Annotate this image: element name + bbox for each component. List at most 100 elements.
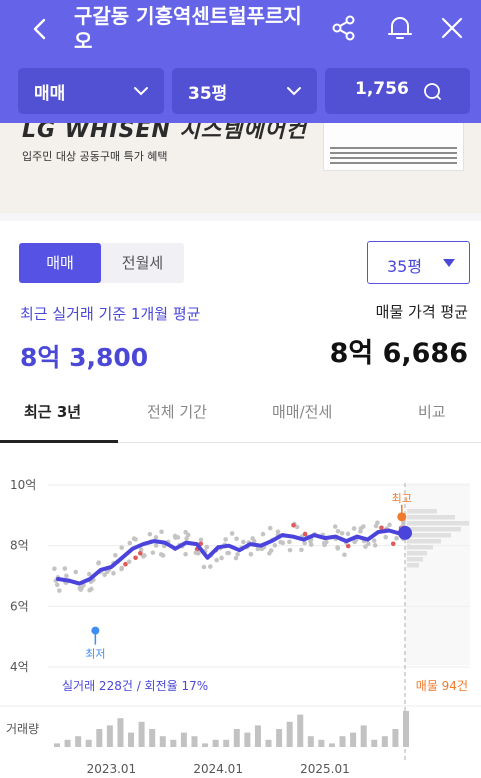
trade-point: [204, 544, 210, 550]
volume-bar: [318, 739, 325, 747]
volume-bar: [75, 736, 82, 747]
volume-bar: [117, 718, 124, 747]
trade-point: [335, 546, 341, 551]
size-filter[interactable]: 35평: [172, 68, 317, 114]
y-tick-label: 4억: [10, 660, 29, 674]
listing-count-filter[interactable]: 1,756: [325, 68, 470, 114]
trade-point: [62, 566, 68, 571]
volume-bar: [360, 725, 367, 747]
trade-point: [361, 524, 366, 529]
recent-average-value: 8억 3,800: [20, 343, 149, 372]
trade-point: [153, 535, 159, 540]
bell-icon[interactable]: [384, 12, 416, 44]
trade-point: [234, 536, 239, 542]
trade-point: [372, 543, 378, 548]
trade-point: [52, 566, 57, 571]
trade-point: [175, 535, 181, 540]
trade-point: [119, 565, 125, 571]
low-price-marker: 최저: [85, 626, 105, 661]
page-title: 구갈동 기흥역센트럴푸르지오: [74, 4, 302, 53]
price-chart[interactable]: 10억 8억 6억 4억 최고 최저 실거래 228건 / 회전율 17% 매물 94…: [0, 443, 481, 778]
trade-point: [358, 529, 363, 534]
volume-bar: [307, 736, 314, 747]
volume-label: 거래량: [6, 722, 39, 736]
trade-point: [138, 551, 143, 556]
trade-point: [159, 529, 164, 535]
volume-bar: [403, 711, 409, 747]
trade-point: [383, 534, 389, 540]
trade-point: [302, 531, 308, 537]
trade-point: [150, 550, 156, 555]
chevron-down-icon: [134, 87, 148, 96]
volume-bar: [392, 729, 399, 747]
trade-point: [133, 537, 138, 542]
toggle-sale[interactable]: 매매: [19, 243, 101, 283]
tab-recent-3y[interactable]: 최근 3년: [24, 401, 81, 422]
volume-bar: [159, 736, 166, 747]
trade-point: [390, 541, 396, 547]
trade-point: [339, 531, 345, 536]
banner-subtitle: 입주민 대상 공동구매 특가 혜택: [22, 150, 168, 163]
tab-all-period[interactable]: 전체 기간: [147, 401, 207, 422]
trade-point: [275, 529, 281, 535]
trade-point: [342, 552, 347, 558]
volume-bar: [254, 725, 261, 747]
trade-point: [126, 559, 132, 565]
trade-point: [207, 564, 213, 569]
trade-point: [133, 555, 138, 561]
toggle-rent[interactable]: 전월세: [101, 243, 184, 283]
trade-point: [287, 547, 293, 553]
ad-banner[interactable]: LG WHISEN 시스템에어컨 입주민 대상 공동구매 특가 혜택: [0, 123, 481, 213]
listings-summary: 매물 94건: [416, 679, 468, 693]
average-price-line: [56, 528, 407, 586]
volume-bar: [328, 743, 335, 747]
volume-bar: [191, 736, 198, 747]
trade-point: [219, 555, 224, 561]
volume-bar: [212, 739, 219, 747]
tab-compare[interactable]: 비교: [418, 401, 446, 422]
trade-point: [268, 548, 274, 553]
deal-toggle: 매매 전월세: [19, 243, 184, 283]
volume-bar: [138, 721, 145, 747]
trade-point: [201, 564, 207, 570]
back-icon[interactable]: [26, 14, 56, 44]
tab-sale-rent[interactable]: 매매/전세: [272, 401, 332, 422]
trade-point: [335, 528, 341, 534]
volume-bar: [276, 729, 283, 747]
y-tick-label: 8억: [10, 539, 29, 553]
volume-bar: [170, 739, 177, 747]
volume-bar: [106, 725, 113, 747]
close-icon[interactable]: [436, 12, 468, 44]
y-tick-label: 10억: [10, 478, 36, 492]
volume-bar: [202, 743, 209, 747]
trade-point: [363, 544, 368, 549]
volume-bar: [371, 739, 378, 747]
volume-bar: [180, 732, 187, 747]
size-dropdown-value: 35평: [387, 257, 423, 276]
volume-bar: [54, 743, 60, 747]
trade-point: [280, 540, 286, 546]
share-icon[interactable]: [328, 12, 360, 44]
volume-bar: [265, 739, 272, 747]
volume-bar: [381, 736, 388, 747]
trade-point: [241, 539, 246, 545]
trade-point: [183, 529, 188, 535]
deal-type-filter[interactable]: 매매: [18, 68, 164, 114]
trades-summary: 실거래 228건 / 회전율 17%: [62, 679, 208, 693]
screen: 구갈동 기흥역센트럴푸르지오 매매 35평 1,756 LG WHISEN 시스…: [0, 0, 481, 778]
trade-point: [111, 570, 116, 576]
trade-point: [387, 522, 392, 528]
trade-point: [64, 573, 69, 579]
volume-bar: [233, 729, 240, 747]
trade-point: [248, 551, 254, 557]
x-tick-label: 2025.01: [300, 762, 350, 776]
trade-point: [223, 537, 228, 542]
size-dropdown[interactable]: 35평: [367, 241, 470, 284]
trade-point: [127, 540, 133, 546]
search-icon: [424, 83, 441, 100]
trade-point: [229, 531, 235, 536]
listing-count-label: 1,756: [355, 79, 409, 99]
trade-point: [54, 582, 60, 588]
trade-point: [332, 524, 338, 529]
banner-headline: LG WHISEN 시스템에어컨: [22, 123, 307, 143]
